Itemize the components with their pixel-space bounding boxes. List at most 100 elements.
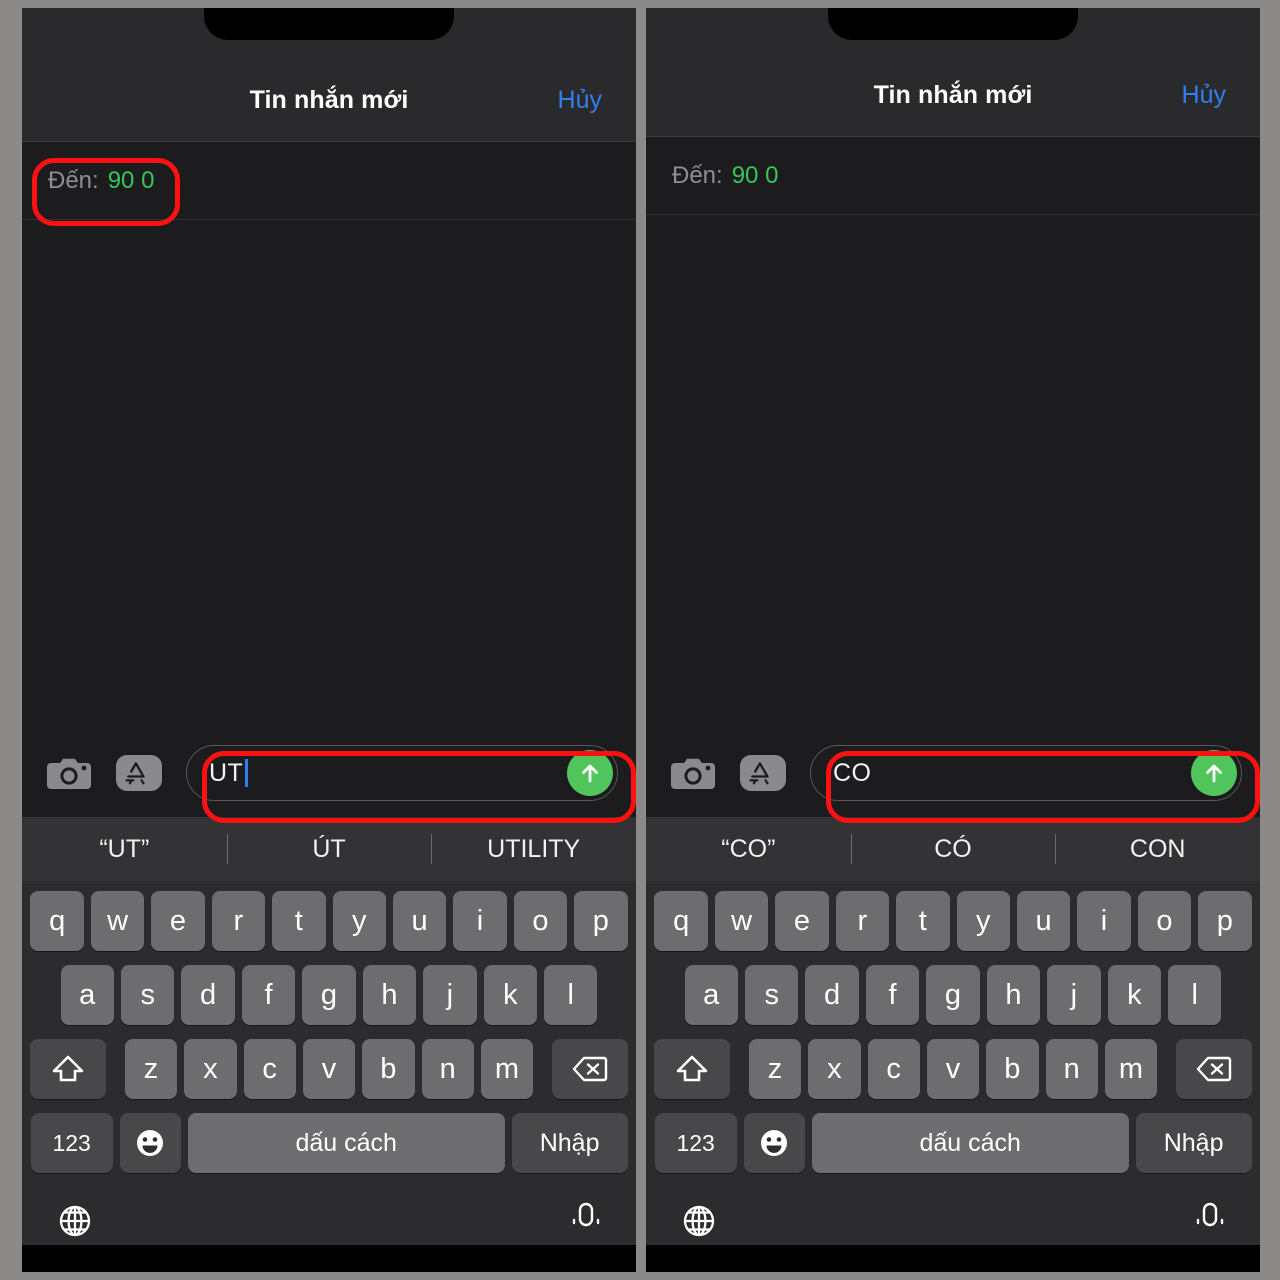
return-key[interactable]: Nhập [511, 1113, 628, 1173]
key-l[interactable]: l [544, 965, 598, 1025]
key-u[interactable]: u [392, 891, 447, 951]
emoji-key[interactable] [743, 1113, 805, 1173]
page-title: Tin nhắn mới [873, 81, 1033, 109]
autocomplete-bar: “CO” CÓ CON [646, 817, 1260, 881]
key-z[interactable]: z [748, 1039, 802, 1099]
message-input[interactable]: CO [810, 745, 1242, 801]
key-b[interactable]: b [362, 1039, 415, 1099]
cancel-button[interactable]: Hủy [558, 86, 602, 115]
space-key[interactable]: dấu cách [187, 1113, 505, 1173]
key-y[interactable]: y [956, 891, 1010, 951]
key-o[interactable]: o [513, 891, 568, 951]
key-p[interactable]: p [574, 891, 628, 951]
key-n[interactable]: n [1045, 1039, 1098, 1099]
key-c[interactable]: c [243, 1039, 296, 1099]
send-button[interactable] [567, 750, 613, 796]
microphone-dictation-icon[interactable] [1193, 1201, 1227, 1241]
shift-key[interactable] [30, 1039, 107, 1099]
key-x[interactable]: x [184, 1039, 237, 1099]
key-d[interactable]: d [805, 965, 859, 1025]
key-j[interactable]: j [423, 965, 477, 1025]
camera-button[interactable] [46, 750, 92, 796]
key-j[interactable]: j [1047, 965, 1101, 1025]
key-n[interactable]: n [421, 1039, 474, 1099]
app-store-button[interactable] [114, 750, 162, 796]
microphone-dictation-icon[interactable] [569, 1201, 603, 1241]
key-u[interactable]: u [1016, 891, 1071, 951]
key-g[interactable]: g [302, 965, 356, 1025]
globe-language-icon[interactable] [55, 1201, 95, 1241]
key-l[interactable]: l [1168, 965, 1222, 1025]
suggestion-2[interactable]: UTILITY [431, 835, 636, 864]
key-w[interactable]: w [90, 891, 145, 951]
key-m[interactable]: m [480, 1039, 534, 1099]
key-r[interactable]: r [211, 891, 266, 951]
key-x[interactable]: x [808, 1039, 861, 1099]
key-h[interactable]: h [986, 965, 1041, 1025]
recipient-label: Đến: [48, 166, 99, 194]
recipient-label: Đến: [672, 161, 723, 189]
recipient-field[interactable]: Đến: 90 0 [22, 142, 636, 220]
key-c[interactable]: c [867, 1039, 920, 1099]
key-y[interactable]: y [332, 891, 386, 951]
suggestion-1[interactable]: CÓ [851, 835, 1056, 864]
suggestion-2[interactable]: CON [1055, 835, 1260, 864]
key-g[interactable]: g [926, 965, 980, 1025]
app-store-icon [740, 755, 780, 791]
key-i[interactable]: i [1077, 891, 1131, 951]
return-key[interactable]: Nhập [1135, 1113, 1252, 1173]
conversation-area [22, 220, 636, 729]
key-t[interactable]: t [272, 891, 326, 951]
suggestion-1[interactable]: ÚT [227, 835, 432, 864]
row-spacer [1161, 1039, 1173, 1099]
suggestion-0[interactable]: “CO” [646, 835, 851, 864]
key-a[interactable]: a [60, 965, 114, 1025]
key-p[interactable]: p [1198, 891, 1252, 951]
keyboard-row-4: 123 dấu cách Nhập [27, 1113, 631, 1173]
globe-language-icon[interactable] [679, 1201, 719, 1241]
key-w[interactable]: w [714, 891, 769, 951]
key-a[interactable]: a [684, 965, 738, 1025]
key-b[interactable]: b [986, 1039, 1039, 1099]
delete-key[interactable] [1175, 1039, 1252, 1099]
key-m[interactable]: m [1104, 1039, 1158, 1099]
key-e[interactable]: e [775, 891, 829, 951]
suggestion-0[interactable]: “UT” [22, 835, 227, 864]
key-f[interactable]: f [241, 965, 296, 1025]
recipient-field[interactable]: Đến: 90 0 [646, 137, 1260, 215]
key-s[interactable]: s [120, 965, 175, 1025]
key-r[interactable]: r [835, 891, 890, 951]
numeric-key[interactable]: 123 [654, 1113, 737, 1173]
key-e[interactable]: e [151, 891, 205, 951]
camera-button[interactable] [670, 750, 716, 796]
key-q[interactable]: q [654, 891, 708, 951]
key-f[interactable]: f [865, 965, 920, 1025]
numeric-key[interactable]: 123 [30, 1113, 113, 1173]
cancel-button[interactable]: Hủy [1182, 81, 1226, 110]
key-d[interactable]: d [181, 965, 235, 1025]
comparison-screenshot: Tin nhắn mới Hủy Đến: 90 0 UT “UT” ÚT UT… [0, 0, 1280, 1280]
message-input[interactable]: UT [186, 745, 618, 801]
send-arrow-up-icon [1206, 764, 1222, 783]
space-key[interactable]: dấu cách [811, 1113, 1129, 1173]
autocomplete-bar: “UT” ÚT UTILITY [22, 817, 636, 881]
key-z[interactable]: z [124, 1039, 178, 1099]
emoji-key[interactable] [119, 1113, 181, 1173]
key-v[interactable]: v [302, 1039, 356, 1099]
send-button[interactable] [1191, 750, 1237, 796]
key-v[interactable]: v [926, 1039, 980, 1099]
app-store-button[interactable] [738, 750, 786, 796]
onscreen-keyboard: q w e r t y u i o p a s d f g h j k l z … [646, 881, 1260, 1245]
row-spacer [110, 1039, 122, 1099]
key-o[interactable]: o [1137, 891, 1192, 951]
delete-key[interactable] [551, 1039, 628, 1099]
key-q[interactable]: q [30, 891, 84, 951]
key-k[interactable]: k [1107, 965, 1162, 1025]
key-i[interactable]: i [453, 891, 507, 951]
key-s[interactable]: s [744, 965, 799, 1025]
key-t[interactable]: t [896, 891, 950, 951]
keyboard-row-2: a s d f g h j k l [27, 965, 631, 1025]
shift-key[interactable] [654, 1039, 731, 1099]
key-h[interactable]: h [362, 965, 417, 1025]
key-k[interactable]: k [483, 965, 538, 1025]
